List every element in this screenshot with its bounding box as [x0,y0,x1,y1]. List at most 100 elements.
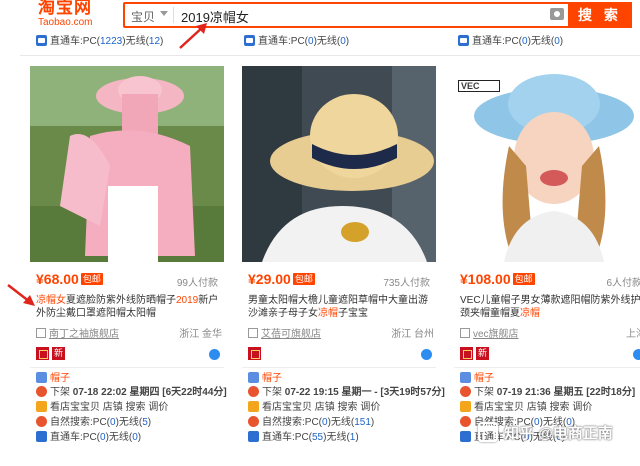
ztc-mid: )无线( [122,36,149,47]
tmall-icon[interactable] [36,347,49,360]
store-tools-row: 看店宝宝贝 店镇 搜索 调价 [36,401,224,414]
top-header: 淘宝网 Taobao.com 宝贝 2019凉帽女 搜 索 [0,0,640,30]
product-image[interactable] [242,66,436,262]
listing-label: 下架 [262,387,285,398]
sales-count: 735人付款 [383,278,430,289]
wangwang-icon[interactable] [209,349,220,360]
ztc-icon [460,431,471,442]
listing-time-row: 下架 07-19 21:36 星期五 [22时18分] [460,386,640,399]
listing-time: 07-22 19:15 星期一 - [3天19时57分] [284,387,445,398]
shop-link[interactable]: 艾蓓可旗舰店 [261,329,321,340]
zhihu-logo-icon [478,422,498,442]
listing-time: 07-18 22:02 星期四 [6天22时44分] [72,387,227,398]
wangwang-icon[interactable] [421,349,432,360]
listing-label: 下架 [474,387,497,398]
red-arrow-annotation [7,284,35,306]
ztc-end: ) [137,432,142,443]
price: ¥68.00 [36,271,79,287]
ztc-row: 直通车:PC(55)无线(1) [248,431,436,444]
search-separator [173,7,174,23]
category-link[interactable]: 帽子 [262,373,282,384]
search-category-select[interactable]: 宝贝 [131,8,155,25]
shop-icon [248,328,258,338]
zhihu-watermark: 知乎 @电商正南 [478,422,638,454]
store-tools[interactable]: 看店宝宝贝 店镇 搜索 调价 [262,402,380,413]
product-image[interactable] [30,66,224,262]
category-row: 帽子 [248,372,436,385]
category-link[interactable]: 帽子 [474,373,494,384]
clock-icon [460,386,471,397]
free-shipping-badge: 包邮 [80,273,103,285]
tmall-icon[interactable] [248,347,261,360]
store-icon [36,401,47,412]
ztc-label: 直通车:PC( [50,36,100,47]
ztc-icon [36,35,47,46]
free-shipping-badge: 包邮 [292,273,315,285]
title-keyword: 凉帽 [520,308,540,319]
shop-row: vec旗舰店 上海 [460,325,640,340]
ztc-icon [36,431,47,442]
product-title[interactable]: 男童太阳帽大檐儿童遮阳草帽中大童出游沙滩亲子母子女凉帽子宝宝 [248,294,434,320]
tmall-icon[interactable] [460,347,473,360]
ztc-end: ) [345,36,350,47]
ztc-label: 直通车:PC( [50,432,100,443]
clock-icon [248,386,259,397]
watermark-text: 知乎 @电商正南 [504,425,613,442]
tag-row: 新 [36,347,222,363]
price: ¥29.00 [248,271,291,287]
title-text: 夏遮脸防紫外线防晒帽子 [66,295,176,306]
shop-link[interactable]: 南丁之袖旗舰店 [49,329,119,340]
natural-search-row: 自然搜索:PC(0)无线(151) [248,416,436,429]
category-link[interactable]: 帽子 [50,373,70,384]
listing-label: 下架 [50,387,73,398]
ztc-pc-count: 1223 [100,36,123,47]
taobao-logo[interactable]: 淘宝网 Taobao.com [38,0,102,29]
sales-count: 99人付款 [176,278,218,289]
store-tools[interactable]: 看店宝宝贝 店镇 搜索 调价 [474,402,592,413]
wangwang-icon[interactable] [633,349,640,360]
sales-count: 6人付款 [606,278,640,289]
prev-item-ztc-stats: 直通车:PC(1223)无线(12) [36,32,163,50]
product-title[interactable]: 凉帽女夏遮脸防紫外线防晒帽子2019新户外防尘戴口罩遮阳帽太阳帽 [36,294,222,320]
ztc-label: 直通车:PC( [258,36,308,47]
natural-wireless: 151 [354,417,371,428]
shop-icon [460,328,470,338]
card-divider [454,367,640,368]
natural-label: 自然搜索:PC( [262,417,322,428]
ztc-icon [244,35,255,46]
ztc-mid: )无线( [527,36,555,47]
chevron-down-icon[interactable] [160,11,168,16]
category-row: 帽子 [36,372,224,385]
prev-item-ztc-stats: 直通车:PC(0)无线(0) [244,32,349,50]
ztc-row: 直通车:PC(0)无线(0) [36,431,224,444]
product-card-3[interactable]: VEC ¥108.00 包邮 6人付款 VEC儿童帽子男女薄款遮阳帽防紫外线护颈夹… [454,66,640,466]
search-stat-icon [36,416,47,427]
product-card-2[interactable]: ¥29.00 包邮 735人付款 男童太阳帽大檐儿童遮阳草帽中大童出游沙滩亲子母子… [242,66,445,466]
search-button[interactable]: 搜 索 [568,2,632,28]
natural-mid: )无线( [327,417,355,428]
ztc-pc: 55 [312,432,324,443]
category-icon [248,372,259,383]
product-card-1[interactable]: ¥68.00 包邮 99人付款 凉帽女夏遮脸防紫外线防晒帽子2019新户外防尘戴口… [30,66,227,466]
ztc-end: ) [160,36,164,47]
title-keyword: 2019 [176,295,199,306]
logo-subtext: Taobao.com [38,17,93,28]
search-stat-icon [248,416,259,427]
shop-location: 浙江 台州 [391,329,434,340]
red-arrow-annotation [179,23,207,49]
title-keyword: 凉帽女 [36,295,66,306]
listing-time-row: 下架 07-22 19:15 星期一 - [3天19时57分] [248,386,445,399]
product-title[interactable]: VEC儿童帽子男女薄款遮阳帽防紫外线护颈夹帽童帽夏凉帽 [460,294,640,320]
free-shipping-badge: 包邮 [512,273,535,285]
store-tools[interactable]: 看店宝宝贝 店镇 搜索 调价 [50,402,168,413]
product-image[interactable]: VEC [454,66,640,262]
natural-search-row: 自然搜索:PC(0)无线(5) [36,416,224,429]
shop-location: 浙江 金华 [179,329,222,340]
shop-row: 艾蓓可旗舰店 浙江 台州 [248,325,434,340]
camera-icon[interactable] [550,8,564,20]
row-divider [20,55,640,56]
search-stat-icon [460,416,471,427]
ztc-mid: )无线( [313,36,341,47]
shop-link[interactable]: vec旗舰店 [473,329,519,340]
ztc-icon [248,431,259,442]
